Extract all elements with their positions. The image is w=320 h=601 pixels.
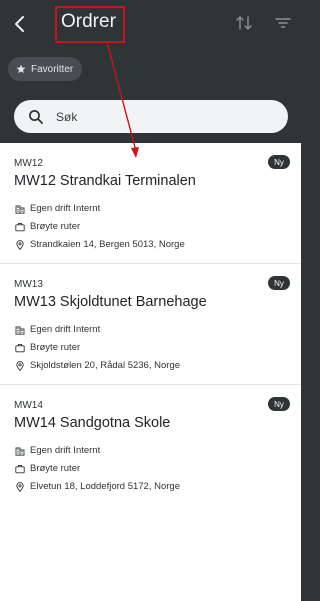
order-name: MW12 Strandkai Terminalen — [14, 173, 196, 189]
building-icon — [15, 205, 25, 214]
sort-arrows-icon — [236, 16, 252, 30]
filter-button[interactable] — [272, 12, 294, 34]
address-row: Strandkaien 14, Bergen 5013, Norge — [15, 239, 185, 250]
building-icon — [15, 326, 25, 335]
route-row: Brøyte ruter — [15, 221, 80, 232]
status-badge: Ny — [268, 276, 290, 290]
address-label: Elvetun 18, Loddefjord 5172, Norge — [30, 481, 180, 492]
location-pin-icon — [16, 239, 24, 250]
app-header: Ordrer Favoritter — [0, 0, 301, 143]
favorites-chip[interactable]: Favoritter — [8, 57, 83, 81]
sort-button[interactable] — [233, 12, 255, 34]
order-code: MW12 — [14, 158, 43, 169]
location-pin-icon — [16, 360, 24, 371]
route-row: Brøyte ruter — [15, 342, 80, 353]
order-name: MW13 Skjoldtunet Barnehage — [14, 294, 207, 310]
department-row: Egen drift Internt — [15, 324, 100, 335]
order-code: MW14 — [14, 400, 43, 411]
address-row: Skjoldstølen 20, Rådal 5236, Norge — [15, 360, 180, 371]
building-icon — [15, 447, 25, 456]
address-label: Skjoldstølen 20, Rådal 5236, Norge — [30, 360, 180, 371]
star-icon — [16, 64, 26, 74]
order-code: MW13 — [14, 279, 43, 290]
address-label: Strandkaien 14, Bergen 5013, Norge — [30, 239, 185, 250]
location-pin-icon — [16, 481, 24, 492]
status-badge: Ny — [268, 155, 290, 169]
status-badge: Ny — [268, 397, 290, 411]
order-name: MW14 Sandgotna Skole — [14, 415, 171, 431]
route-label: Brøyte ruter — [30, 463, 81, 474]
department-label: Egen drift Internt — [30, 203, 101, 214]
order-list: MW12 Ny MW12 Strandkai Terminalen Egen d… — [0, 143, 301, 601]
chevron-left-icon — [15, 16, 24, 32]
filter-icon — [275, 18, 291, 28]
favorites-chip-label: Favoritter — [31, 63, 74, 75]
search-bar[interactable] — [14, 100, 288, 133]
page-title: Ordrer — [61, 11, 116, 32]
department-label: Egen drift Internt — [30, 445, 101, 456]
briefcase-icon — [15, 464, 25, 473]
route-label: Brøyte ruter — [30, 342, 81, 353]
order-card[interactable]: MW12 Ny MW12 Strandkai Terminalen Egen d… — [0, 143, 301, 264]
order-card[interactable]: MW13 Ny MW13 Skjoldtunet Barnehage Egen … — [0, 264, 301, 385]
briefcase-icon — [15, 343, 25, 352]
order-card[interactable]: MW14 Ny MW14 Sandgotna Skole Egen drift … — [0, 385, 301, 506]
search-icon — [29, 109, 43, 124]
department-row: Egen drift Internt — [15, 445, 100, 456]
address-row: Elvetun 18, Loddefjord 5172, Norge — [15, 481, 180, 492]
back-button[interactable] — [8, 10, 32, 38]
department-row: Egen drift Internt — [15, 203, 100, 214]
search-input[interactable] — [56, 109, 256, 124]
route-row: Brøyte ruter — [15, 463, 80, 474]
route-label: Brøyte ruter — [30, 221, 81, 232]
department-label: Egen drift Internt — [30, 324, 101, 335]
briefcase-icon — [15, 222, 25, 231]
